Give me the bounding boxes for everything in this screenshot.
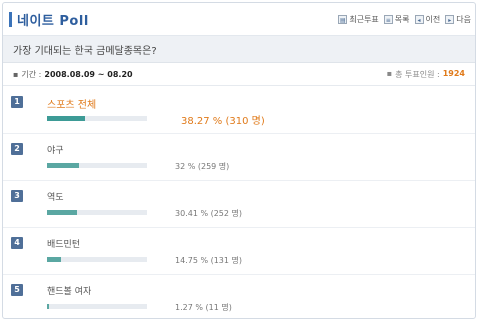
period-label: 기간 :	[21, 69, 42, 79]
poll-header: 네이트 Poll ▤ 최근투표 ≡ 목록 ◂ 이전 ▸ 다음	[3, 3, 475, 36]
next-button[interactable]: ▸ 다음	[445, 14, 471, 25]
result-bar-fill	[47, 210, 77, 215]
period-bullet-icon: ▪	[13, 69, 19, 79]
option-label: 배드민턴	[47, 240, 81, 250]
result-bar-track	[47, 257, 147, 262]
option-percent: 30.41 % (252 명)	[175, 209, 243, 218]
list-label: 목록	[394, 14, 410, 24]
poll-option: 4 배드민턴 14.75 % (131 명)	[3, 228, 475, 275]
option-number: 2	[11, 143, 23, 155]
option-label: 핸드볼 여자	[47, 287, 92, 297]
poll-panel: 네이트 Poll ▤ 최근투표 ≡ 목록 ◂ 이전 ▸ 다음 가장 기대되는 한…	[2, 2, 476, 319]
prev-icon: ◂	[414, 14, 424, 24]
participant-label: 총 투표인원 :	[395, 69, 440, 79]
poll-option: 3 역도 30.41 % (252 명)	[3, 181, 475, 228]
option-number: 4	[11, 237, 23, 249]
poll-question-bar: 가장 기대되는 한국 금메달종목은?	[3, 36, 475, 63]
recent-poll-button[interactable]: ▤ 최근투표	[338, 14, 379, 25]
prev-label: 이전	[425, 14, 441, 24]
poll-option: 2 야구 32 % (259 명)	[3, 134, 475, 181]
result-bar-track	[47, 210, 147, 215]
poll-results: 1 스포츠 전체 38.27 % (310 명) 2 야구 32 % (259 …	[3, 87, 475, 318]
title-wrap: 네이트 Poll	[9, 10, 89, 29]
option-percent: 14.75 % (131 명)	[175, 256, 243, 265]
poll-toolbar: ▤ 최근투표 ≡ 목록 ◂ 이전 ▸ 다음	[338, 14, 471, 25]
recent-poll-label: 최근투표	[349, 14, 379, 24]
period-value: 2008.08.09 ~ 08.20	[44, 69, 133, 79]
recent-poll-icon: ▤	[338, 14, 348, 24]
result-bar-track	[47, 116, 147, 121]
participant-bullet-icon: ▪	[386, 68, 393, 78]
result-bar-fill	[47, 257, 61, 262]
result-bar-fill	[47, 116, 85, 121]
result-bar-fill	[47, 163, 79, 168]
poll-title: 네이트 Poll	[17, 13, 89, 29]
next-label: 다음	[456, 14, 471, 24]
list-button[interactable]: ≡ 목록	[383, 14, 410, 25]
option-percent: 32 % (259 명)	[175, 162, 230, 171]
option-number: 3	[11, 190, 23, 202]
option-percent: 1.27 % (11 명)	[175, 303, 232, 312]
poll-option: 5 핸드볼 여자 1.27 % (11 명)	[3, 275, 475, 318]
period-info: ▪ 기간 : 2008.08.09 ~ 08.20	[13, 69, 133, 80]
option-label: 역도	[47, 193, 64, 203]
result-bar-track	[47, 163, 147, 168]
result-bar-fill	[47, 304, 49, 309]
list-icon: ≡	[383, 14, 393, 24]
period-bar: ▪ 기간 : 2008.08.09 ~ 08.20 ▪ 총 투표인원 : 192…	[3, 63, 475, 86]
option-percent: 38.27 % (310 명)	[181, 116, 265, 127]
prev-button[interactable]: ◂ 이전	[414, 14, 441, 25]
title-accent-bar	[9, 11, 12, 27]
next-icon: ▸	[445, 14, 455, 24]
participant-value: 1924	[442, 68, 465, 78]
option-label: 스포츠 전체	[47, 100, 97, 111]
poll-option: 1 스포츠 전체 38.27 % (310 명)	[3, 87, 475, 134]
option-label: 야구	[47, 146, 64, 156]
option-number: 1	[11, 96, 23, 108]
participant-count: ▪ 총 투표인원 : 1924	[387, 69, 465, 80]
result-bar-track	[47, 304, 147, 309]
poll-question: 가장 기대되는 한국 금메달종목은?	[13, 45, 157, 57]
option-number: 5	[11, 284, 23, 296]
